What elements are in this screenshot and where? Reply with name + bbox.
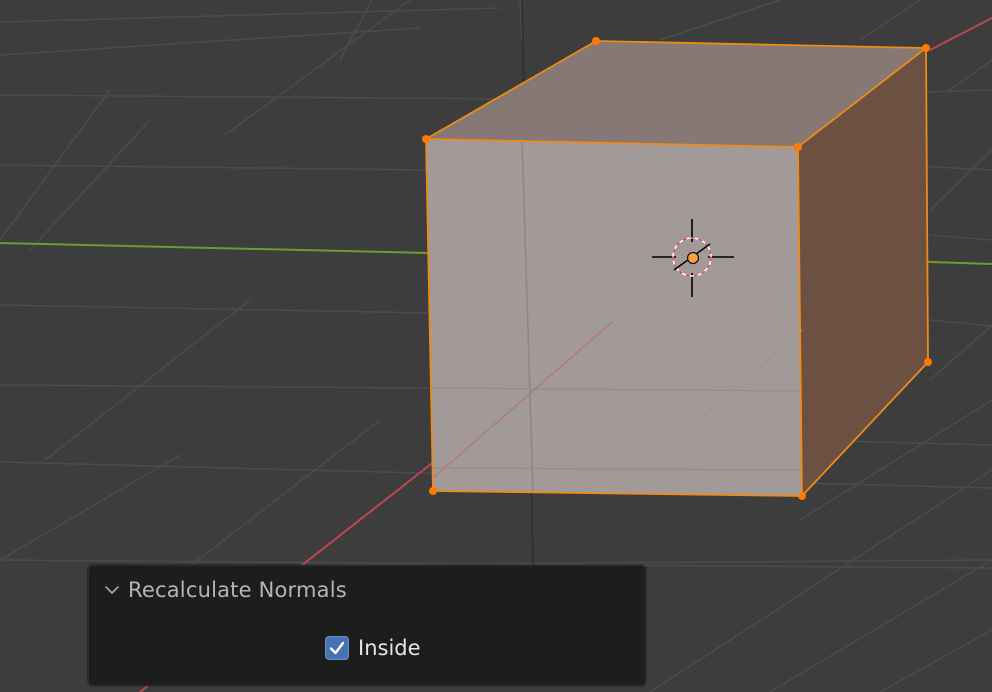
operator-panel-title: Recalculate Normals (128, 578, 347, 602)
inside-checkbox[interactable] (325, 636, 349, 660)
inside-checkbox-row[interactable]: Inside (325, 636, 421, 660)
vertex (429, 487, 437, 495)
vertex (592, 37, 600, 45)
cube-face-front (426, 139, 802, 496)
x-axis-line-far (929, 17, 992, 51)
operator-panel-header[interactable]: Recalculate Normals (89, 566, 645, 614)
operator-redo-panel[interactable]: Recalculate Normals Inside (88, 565, 646, 686)
object-origin-icon (686, 251, 700, 265)
chevron-down-icon[interactable] (104, 582, 120, 598)
vertex (798, 492, 806, 500)
vertex (922, 44, 930, 52)
vertex (794, 143, 802, 151)
vertex (924, 358, 932, 366)
inside-checkbox-label: Inside (358, 636, 421, 660)
y-axis-line (0, 242, 429, 254)
vertex (422, 135, 430, 143)
operator-panel-body: Inside (89, 614, 645, 686)
checkmark-icon (329, 641, 345, 655)
